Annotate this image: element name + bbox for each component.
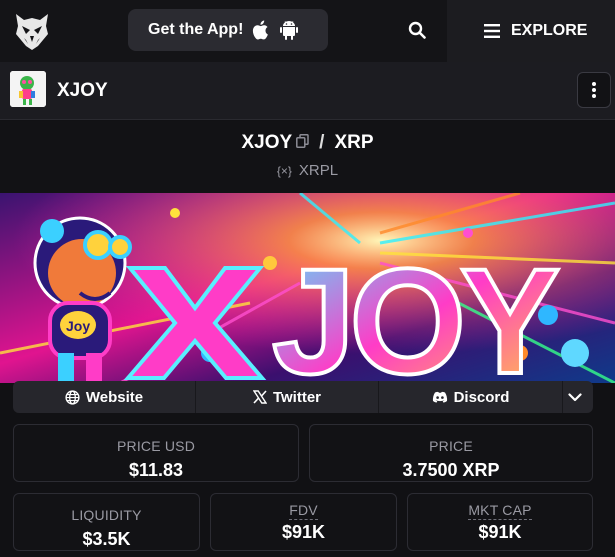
price-card: PRICE 3.7500 XRP <box>309 424 593 482</box>
search-icon <box>408 21 426 39</box>
price-value: 3.7500 XRP <box>402 460 500 480</box>
get-app-label: Get the App! <box>148 21 244 38</box>
owl-logo-icon[interactable] <box>14 12 50 50</box>
hamburger-icon <box>484 24 500 38</box>
token-name: XJOY <box>57 80 108 101</box>
website-label: Website <box>85 388 144 406</box>
mkt-cap-label: MKT CAP <box>468 502 532 520</box>
liquidity-card: LIQUIDITY $3.5K <box>13 493 200 551</box>
social-links-bar: Website Twitter Discord <box>13 381 593 413</box>
quote-token-symbol: XRP <box>334 132 374 153</box>
chain-name: XRPL <box>298 162 339 179</box>
price-usd-value: $11.83 <box>128 460 184 480</box>
liquidity-label: LIQUIDITY <box>71 507 142 523</box>
x-logo-icon <box>252 390 267 404</box>
mkt-cap-value: $91K <box>478 522 522 542</box>
kebab-menu-icon <box>592 82 596 98</box>
fdv-card[interactable]: FDV $91K <box>210 493 397 551</box>
more-socials-button[interactable] <box>563 381 593 413</box>
discord-icon <box>432 391 447 403</box>
token-banner-image: X JOY Joy <box>0 193 615 383</box>
website-link[interactable]: Website <box>13 381 196 413</box>
more-options-button[interactable] <box>577 72 611 108</box>
android-icon <box>280 21 299 40</box>
twitter-label: Twitter <box>272 388 322 406</box>
token-avatar <box>10 71 46 107</box>
token-header: XJOY <box>0 62 615 120</box>
mkt-cap-card[interactable]: MKT CAP $91K <box>407 493 593 551</box>
discord-label: Discord <box>453 388 510 406</box>
price-label: PRICE <box>429 438 473 454</box>
discord-link[interactable]: Discord <box>379 381 563 413</box>
pair-separator: / <box>319 132 325 153</box>
fdv-label: FDV <box>289 502 318 520</box>
liquidity-value: $3.5K <box>82 529 131 549</box>
explore-button[interactable]: EXPLORE <box>447 0 615 62</box>
twitter-link[interactable]: Twitter <box>196 381 379 413</box>
apple-icon <box>253 20 269 40</box>
banner-joy-text: JOY <box>272 237 558 383</box>
chevron-down-icon <box>568 392 582 401</box>
fdv-value: $91K <box>281 522 326 542</box>
top-navbar: Get the App! EXPLORE <box>0 0 615 62</box>
chain-line: {×} XRPL <box>0 162 615 179</box>
globe-icon <box>65 389 80 405</box>
base-token-symbol: XJOY <box>241 132 293 153</box>
copy-icon[interactable] <box>296 132 309 154</box>
xrpl-chain-icon: {×} <box>276 163 292 178</box>
pair-line: XJOY / XRP <box>0 132 615 154</box>
search-button[interactable] <box>396 9 438 51</box>
get-app-button[interactable]: Get the App! <box>128 9 328 51</box>
pair-title-section: XJOY / XRP {×} XRPL <box>0 121 615 193</box>
banner-badge-text: Joy <box>66 318 90 334</box>
price-usd-label: PRICE USD <box>116 438 196 454</box>
price-usd-card: PRICE USD $11.83 <box>13 424 299 482</box>
explore-label: EXPLORE <box>511 22 588 39</box>
